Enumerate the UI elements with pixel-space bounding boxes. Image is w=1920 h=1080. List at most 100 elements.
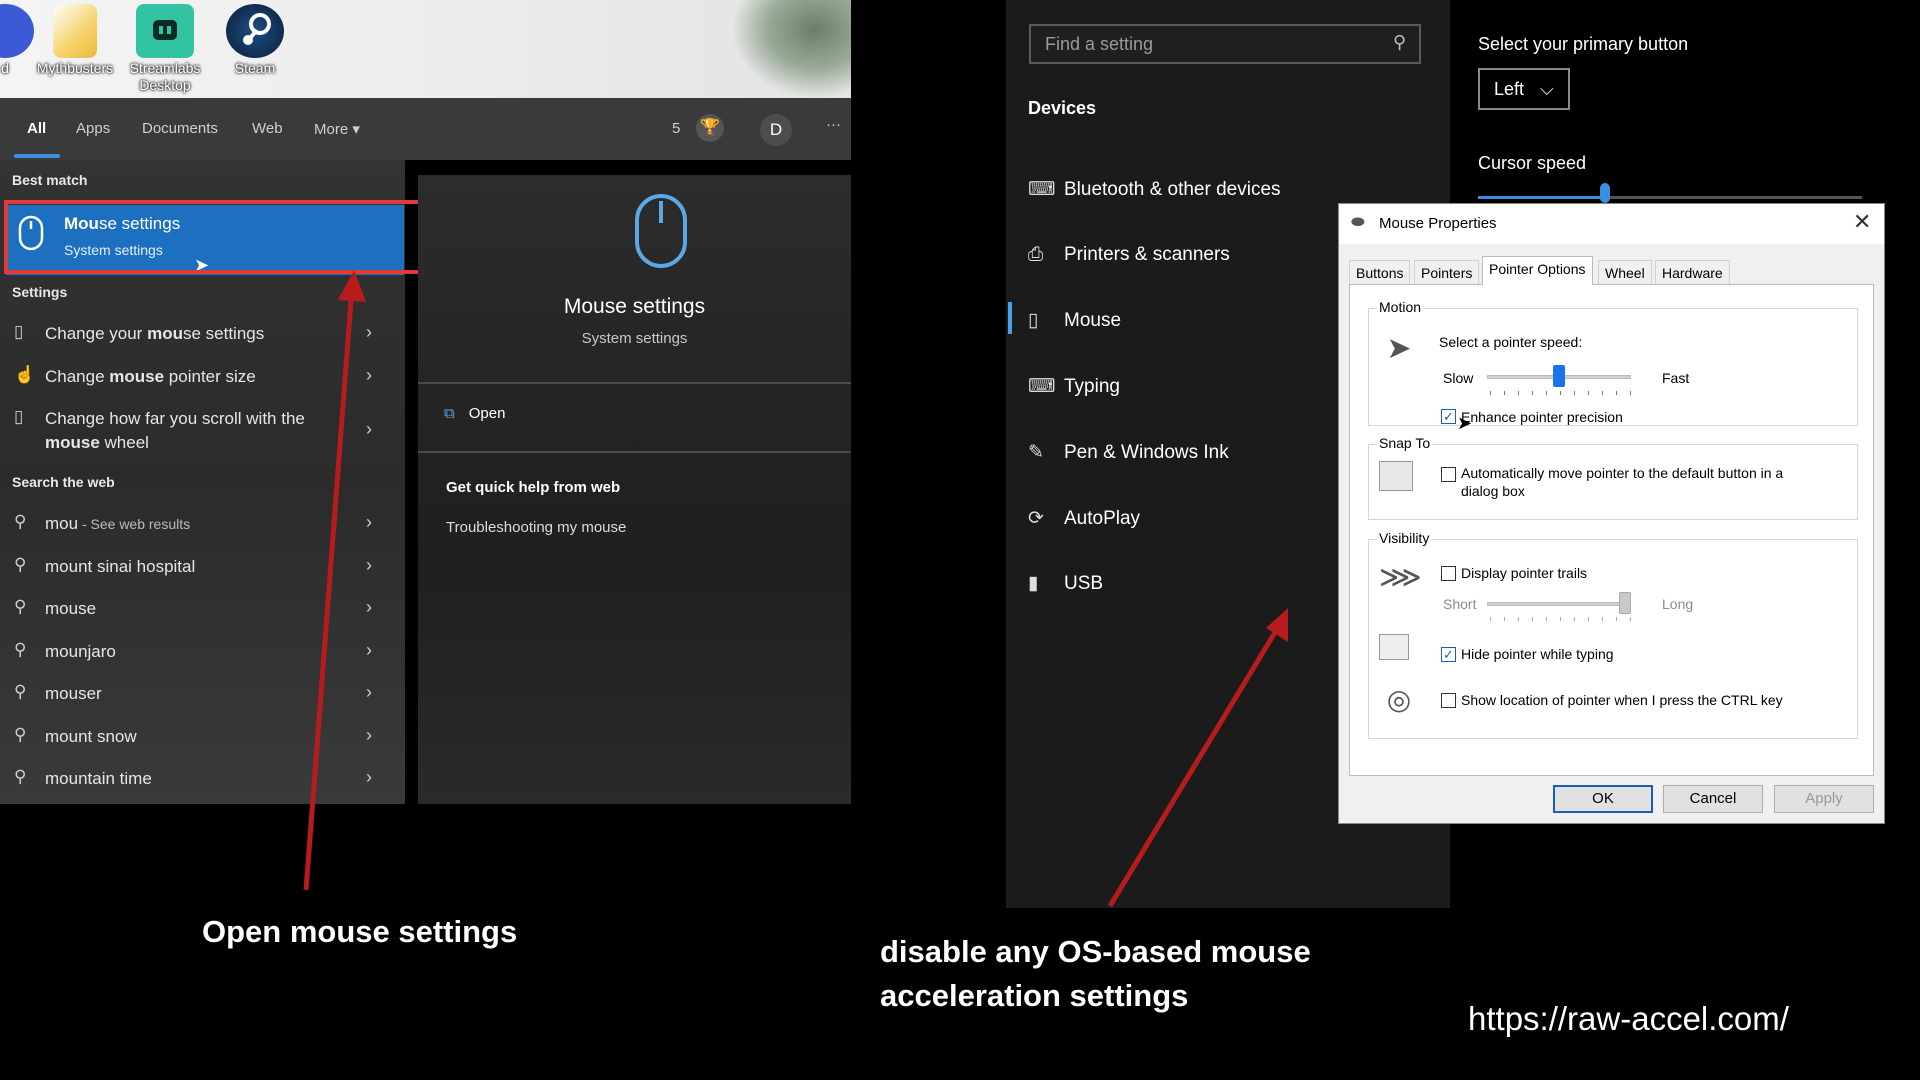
nav-mouse[interactable]: ▯ Mouse: [1028, 309, 1121, 332]
tab-pointers[interactable]: Pointers: [1414, 260, 1480, 284]
annotation-arrow: [1107, 608, 1288, 908]
dialog-title: Mouse Properties: [1379, 215, 1497, 232]
tab-buttons[interactable]: Buttons: [1349, 260, 1411, 284]
nav-label: Bluetooth & other devices: [1064, 179, 1281, 200]
pointer-speed-icon: ➤: [1386, 332, 1412, 365]
web-result-sub: - See web results: [78, 516, 191, 532]
desktop-icon-steam[interactable]: Steam: [210, 0, 300, 77]
apply-button[interactable]: Apply: [1774, 785, 1874, 813]
more-options-icon[interactable]: ···: [826, 116, 841, 133]
tab-web[interactable]: Web: [252, 120, 283, 137]
trophy-icon[interactable]: 🏆: [696, 114, 724, 142]
primary-button-label: Select your primary button: [1478, 34, 1689, 54]
caption-left: Open mouse settings: [202, 914, 518, 949]
cancel-button[interactable]: Cancel: [1663, 785, 1763, 813]
long-label: Long: [1662, 596, 1694, 612]
desktop-icon-label: Streamlabs Desktop: [129, 60, 201, 93]
wallpaper-art: [731, 0, 851, 98]
tab-more[interactable]: More ▾: [314, 120, 360, 138]
rewards-points: 5: [672, 120, 681, 137]
preview-title: Mouse settings: [563, 295, 706, 318]
tab-hardware[interactable]: Hardware: [1655, 260, 1730, 284]
caption-right-line2: acceleration settings: [880, 978, 1189, 1013]
cursor-speed-fill: [1478, 196, 1605, 199]
open-icon: ⧉: [444, 405, 455, 422]
find-setting-input[interactable]: Find a setting ⚲: [1029, 24, 1421, 64]
nav-pen[interactable]: ✎ Pen & Windows Ink: [1028, 441, 1229, 464]
motion-group: Motion ➤ Select a pointer speed: Slow Fa…: [1368, 299, 1858, 433]
search-icon: ⚲: [14, 640, 27, 659]
nav-typing[interactable]: ⌨ Typing: [1028, 375, 1120, 398]
preview-pane: Mouse settings System settings ⧉ Open Get…: [418, 175, 851, 804]
pointer-trails-label: Display pointer trails: [1461, 565, 1588, 581]
desktop-icon-label: Steam: [234, 60, 276, 76]
tab-all[interactable]: All: [27, 120, 46, 137]
visibility-group-title: Visibility: [1377, 530, 1432, 546]
search-icon: ⚲: [14, 597, 27, 616]
snap-to-group-title: Snap To: [1377, 435, 1433, 451]
open-button[interactable]: ⧉ Open: [444, 405, 505, 422]
pointer-speed-slider[interactable]: [1553, 365, 1565, 387]
divider: [418, 382, 851, 384]
preview-subtitle: System settings: [581, 330, 688, 347]
search-icon: ⚲: [14, 682, 27, 701]
nav-bluetooth[interactable]: ⌨ Bluetooth & other devices: [1028, 178, 1281, 201]
enhance-precision-checkbox[interactable]: ✓: [1441, 409, 1456, 424]
folder-icon: [53, 4, 97, 58]
steam-icon: [226, 4, 284, 58]
search-icon: ⚲: [14, 767, 27, 786]
tab-documents[interactable]: Documents: [142, 120, 218, 137]
mouse-icon: [634, 193, 688, 274]
nav-label: AutoPlay: [1064, 508, 1141, 529]
close-icon[interactable]: ✕: [1853, 209, 1871, 235]
bluetooth-devices-icon: ⌨: [1028, 179, 1056, 200]
highlight-box: [4, 200, 470, 274]
cursor-speed-label: Cursor speed: [1478, 153, 1587, 173]
search-filter-bar: All Apps Documents Web More ▾ 5 🏆 D ···: [0, 98, 851, 160]
cursor-icon: ➤: [1457, 413, 1473, 433]
visibility-group: Visibility ⋙ Display pointer trails Shor…: [1368, 530, 1858, 739]
quick-help-link[interactable]: Troubleshooting my mouse: [446, 519, 626, 536]
desktop-icon-mythbusters[interactable]: Mythbusters: [30, 0, 120, 77]
pen-icon: ✎: [1028, 442, 1044, 463]
autoplay-icon: ⟳: [1028, 508, 1044, 529]
short-label: Short: [1443, 596, 1477, 612]
pointer-icon: ☝: [14, 365, 36, 384]
tab-wheel[interactable]: Wheel: [1598, 260, 1652, 284]
best-match-header: Best match: [12, 172, 88, 188]
hide-pointer-checkbox[interactable]: ✓: [1441, 647, 1456, 662]
cursor-speed-track: [1478, 196, 1862, 199]
usb-icon: ▮: [1028, 573, 1039, 594]
snap-to-checkbox[interactable]: [1441, 467, 1456, 482]
annotation-arrow: [303, 270, 366, 891]
pointer-trails-checkbox[interactable]: [1441, 566, 1456, 581]
pointer-speed-ticks: [1490, 391, 1632, 395]
ok-button[interactable]: OK: [1553, 785, 1653, 813]
primary-button-value: Left: [1494, 79, 1525, 99]
nav-usb[interactable]: ▮ USB: [1028, 572, 1103, 595]
cursor-speed-slider[interactable]: [1599, 183, 1610, 203]
show-location-checkbox[interactable]: [1441, 693, 1456, 708]
url-caption[interactable]: https://raw-accel.com/: [1468, 1000, 1789, 1038]
primary-button-select[interactable]: Left ⌵: [1478, 68, 1570, 110]
search-icon: ⚲: [1393, 32, 1407, 52]
enhance-precision-label: Enhance pointer precision: [1461, 409, 1623, 425]
snap-to-group: Snap To Automatically move pointer to th…: [1368, 435, 1858, 520]
nav-autoplay[interactable]: ⟳ AutoPlay: [1028, 507, 1140, 530]
slow-label: Slow: [1443, 370, 1474, 386]
tab-apps[interactable]: Apps: [76, 120, 110, 137]
avatar[interactable]: D: [760, 114, 792, 146]
pointer-trails-slider[interactable]: [1619, 592, 1631, 614]
desktop-icon-streamlabs[interactable]: Streamlabs Desktop: [120, 0, 210, 94]
nav-label: USB: [1064, 573, 1104, 594]
search-icon: ⚲: [14, 555, 27, 574]
chevron-down-icon: ▾: [352, 121, 360, 138]
web-result-label: mou: [45, 514, 79, 533]
tab-pointer-options[interactable]: Pointer Options: [1482, 256, 1593, 285]
quick-help-header: Get quick help from web: [446, 479, 621, 496]
hide-pointer-icon: [1379, 634, 1409, 660]
pointer-trails-icon: ⋙: [1379, 561, 1422, 594]
nav-printers[interactable]: ⎙ Printers & scanners: [1028, 244, 1230, 266]
snap-to-label: Automatically move pointer to the defaul…: [1461, 465, 1784, 481]
pointer-trails-track: [1487, 602, 1631, 606]
